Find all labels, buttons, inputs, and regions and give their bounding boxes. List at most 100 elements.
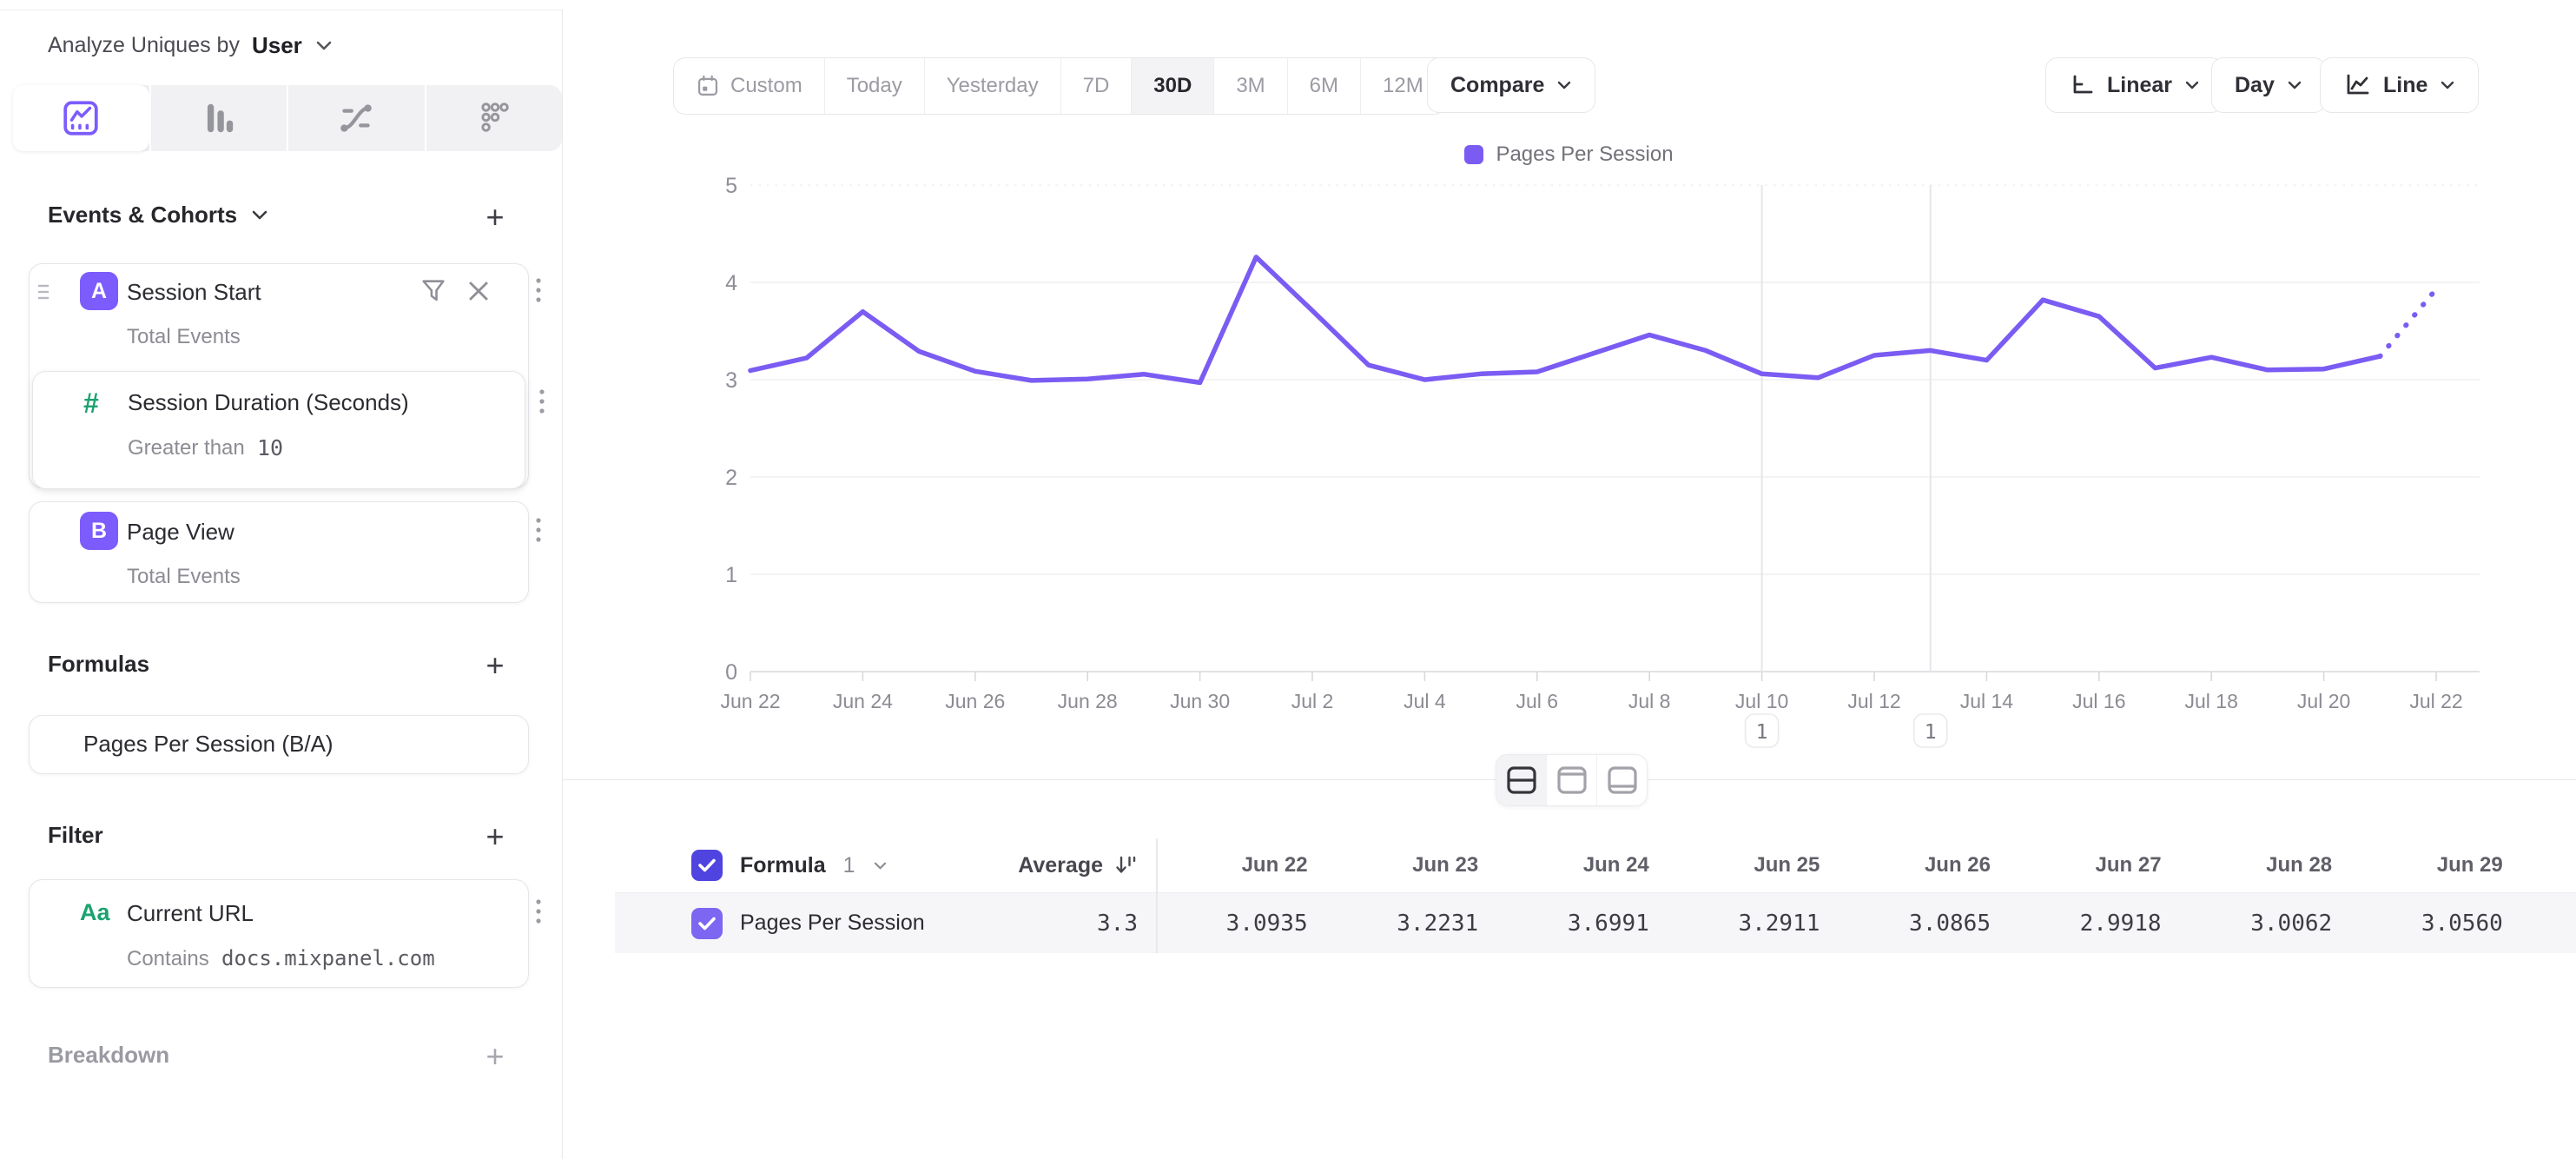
filter-header: Filter: [48, 822, 103, 849]
kebab-menu-icon[interactable]: [521, 894, 556, 932]
scale-label: Linear: [2107, 73, 2172, 98]
kebab-menu-icon[interactable]: [521, 513, 556, 551]
line-chart[interactable]: 01234511Jun 22Jun 24Jun 26Jun 28Jun 30Ju…: [562, 122, 2576, 782]
filter-title: Filter: [48, 822, 103, 849]
date-column-header[interactable]: Jun 27: [2011, 853, 2183, 878]
date-column-header[interactable]: Jun 22: [1158, 853, 1329, 878]
y-axis-tick-label: 1: [725, 563, 737, 587]
property-card-session-duration[interactable]: # Session Duration (Seconds) Greater tha…: [32, 371, 525, 489]
view-toggle-group: [1496, 754, 1648, 806]
add-formula-button[interactable]: +: [476, 646, 514, 685]
chart-only-icon: [1556, 765, 1589, 795]
events-cohorts-header[interactable]: Events & Cohorts: [48, 202, 268, 228]
range-custom[interactable]: Custom: [674, 58, 824, 114]
average-column-header[interactable]: Average: [928, 853, 1138, 878]
x-axis-tick-label: Jul 14: [1960, 690, 2014, 712]
chart-type-dropdown[interactable]: Line: [2320, 57, 2479, 113]
date-column-header[interactable]: Jun 24: [1499, 853, 1670, 878]
event-measure[interactable]: Total Events: [127, 565, 241, 589]
chart-canvas[interactable]: 01234511Jun 22Jun 24Jun 26Jun 28Jun 30Ju…: [562, 122, 2576, 782]
filter-name[interactable]: Current URL: [127, 900, 254, 927]
event-name[interactable]: Session Start: [127, 279, 261, 306]
range-6m[interactable]: 6M: [1287, 58, 1360, 114]
add-filter-button[interactable]: +: [476, 818, 514, 856]
date-column-header[interactable]: Jun 26: [1840, 853, 2011, 878]
row-checkbox[interactable]: [691, 908, 723, 939]
event-card-session-start[interactable]: A Session Start Total Events # Session D…: [29, 263, 529, 488]
date-range-control: Custom Today Yesterday 7D 30D 3M 6M 12M: [673, 57, 1446, 115]
filter-card-current-url[interactable]: Aa Current URL Contains docs.mixpanel.co…: [29, 879, 529, 988]
tab-bar-chart[interactable]: [149, 85, 287, 151]
range-label: 12M: [1383, 74, 1423, 98]
range-30d[interactable]: 30D: [1131, 58, 1213, 114]
property-value[interactable]: 10: [257, 435, 283, 460]
view-table-only-button[interactable]: [1596, 755, 1647, 805]
cell-value: 2.9918: [2011, 911, 2183, 937]
formula-card[interactable]: Pages Per Session (B/A): [29, 715, 529, 774]
granularity-dropdown[interactable]: Day: [2211, 57, 2326, 113]
analyze-uniques-dropdown[interactable]: Analyze Uniques by User: [48, 30, 334, 61]
formula-name[interactable]: Pages Per Session (B/A): [83, 731, 334, 758]
date-column-header[interactable]: Jun 29: [2353, 853, 2524, 878]
chevron-down-icon: [251, 209, 268, 221]
event-letter-badge: A: [80, 272, 118, 310]
date-column-header[interactable]: Jun 23: [1329, 853, 1500, 878]
date-column-header[interactable]: Jun 28: [2183, 853, 2354, 878]
add-event-button[interactable]: +: [476, 198, 514, 236]
range-3m[interactable]: 3M: [1213, 58, 1286, 114]
flow-icon: [336, 98, 376, 138]
close-icon[interactable]: [464, 276, 493, 306]
cell-value: 3.6991: [1499, 911, 1670, 937]
filter-value[interactable]: docs.mixpanel.com: [221, 946, 435, 970]
y-axis-tick-label: 4: [725, 271, 737, 295]
date-value-cells: 3.09353.22313.69913.29113.08652.99183.00…: [1158, 911, 2524, 937]
linear-axis-icon: [2069, 72, 2095, 98]
tab-metrics[interactable]: [425, 85, 563, 151]
tab-insights[interactable]: [13, 85, 149, 151]
line-chart-icon: [2343, 72, 2371, 98]
kebab-menu-icon[interactable]: [525, 384, 559, 422]
date-column-header[interactable]: Jun 25: [1670, 853, 1841, 878]
scale-dropdown[interactable]: Linear: [2045, 57, 2223, 113]
event-card-page-view[interactable]: B Page View Total Events: [29, 501, 529, 603]
view-split-button[interactable]: [1496, 755, 1546, 805]
chevron-down-icon: [2184, 80, 2200, 90]
range-today[interactable]: Today: [824, 58, 924, 114]
range-label: Yesterday: [947, 74, 1039, 98]
analyze-prefix-label: Analyze Uniques by: [48, 33, 240, 58]
range-label: 7D: [1083, 74, 1110, 98]
compare-button[interactable]: Compare: [1427, 57, 1595, 113]
frozen-column-divider: [1156, 838, 1158, 953]
y-axis-tick-label: 0: [725, 660, 737, 685]
chevron-down-icon: [2440, 80, 2455, 90]
tab-flow[interactable]: [287, 85, 425, 151]
event-measure[interactable]: Total Events: [127, 325, 241, 349]
event-name[interactable]: Page View: [127, 519, 234, 546]
date-column-headers: Jun 22Jun 23Jun 24Jun 25Jun 26Jun 27Jun …: [1158, 853, 2524, 878]
report-tabs: [13, 85, 562, 151]
series-line[interactable]: [750, 257, 2380, 383]
view-chart-only-button[interactable]: [1546, 755, 1596, 805]
cell-value: 3.0935: [1158, 911, 1329, 937]
numeric-property-icon: #: [83, 387, 99, 420]
table-row[interactable]: Pages Per Session 3.3 3.09353.22313.6991…: [615, 893, 2576, 953]
range-7d[interactable]: 7D: [1060, 58, 1132, 114]
table-group-header[interactable]: Formula 1: [615, 850, 928, 881]
add-breakdown-button[interactable]: +: [476, 1037, 514, 1076]
filter-icon[interactable]: [419, 276, 448, 306]
drag-handle-icon[interactable]: [35, 281, 52, 304]
kebab-menu-icon[interactable]: [521, 273, 556, 311]
property-operator[interactable]: Greater than: [128, 436, 245, 460]
y-axis-tick-label: 5: [725, 174, 737, 198]
property-name[interactable]: Session Duration (Seconds): [128, 389, 409, 416]
x-axis-tick-label: Jul 20: [2297, 690, 2350, 712]
chevron-down-icon[interactable]: [873, 861, 888, 871]
range-label: Custom: [730, 74, 803, 98]
analyze-selected-value: User: [252, 32, 302, 59]
x-axis-tick-label: Jun 26: [945, 690, 1005, 712]
range-yesterday[interactable]: Yesterday: [924, 58, 1060, 114]
x-axis-tick-label: Jun 24: [833, 690, 893, 712]
filter-operator[interactable]: Contains: [127, 947, 209, 971]
select-all-checkbox[interactable]: [691, 850, 723, 881]
cell-value: 3.0560: [2353, 911, 2524, 937]
